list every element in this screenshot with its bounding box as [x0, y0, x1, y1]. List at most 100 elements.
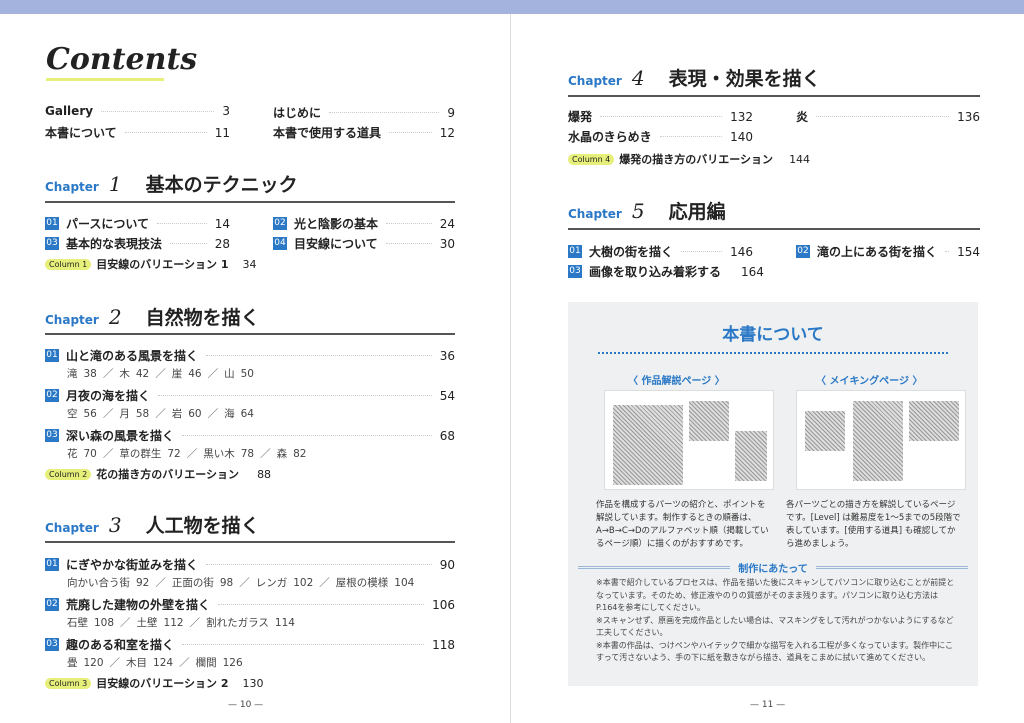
sub-label: 花 [67, 448, 78, 460]
number-badge: 02 [45, 389, 59, 402]
column-entry[interactable]: Column 3 目安線のバリエーション 2 130 [45, 675, 264, 691]
notes: ※本書で紹介しているプロセスは、作品を描いた後にスキャンしてパソコンに取り込むこ… [596, 577, 956, 665]
divider [568, 95, 980, 97]
entry-label: 滝の上にある街を描く [817, 245, 938, 259]
dotted-divider [598, 352, 948, 354]
number-badge: 03 [45, 429, 59, 442]
sub-page: 50 [240, 368, 254, 380]
sub-page: 92 [136, 577, 150, 589]
entry-label: 花の描き方のバリエーション [96, 468, 240, 481]
sub-page: 60 [188, 408, 202, 420]
number-badge: 03 [45, 638, 59, 651]
entry-label: 爆発の描き方のバリエーション [619, 153, 774, 166]
entry-label: 山と滝のある風景を描く [66, 349, 199, 363]
toc-entry[interactable]: 爆発 132 [568, 108, 753, 125]
toc-entry[interactable]: 水晶のきらめき 140 [568, 128, 753, 145]
sub-page: 98 [219, 577, 234, 589]
toc-entry[interactable]: 03 基本的な表現技法 28 [45, 235, 230, 252]
entry-page: 34 [242, 257, 257, 271]
sub-label: 欄間 [195, 657, 217, 669]
entry-page: 90 [439, 557, 455, 572]
leader [170, 243, 207, 244]
leader [389, 132, 432, 133]
toc-entry[interactable]: 本書について 11 [45, 124, 230, 141]
column-badge: Column 4 [568, 153, 615, 165]
title-underline [46, 78, 164, 81]
subtopics: 滝 38 ／木 42 ／崖 46 ／山 50 [67, 368, 254, 380]
sub-page: 38 [83, 368, 97, 380]
entry-label: 画像を取り込み着彩する [589, 265, 722, 279]
sub-label: 山 [224, 368, 235, 380]
entry-label: 光と陰影の基本 [294, 217, 379, 231]
entry-page: 132 [730, 109, 753, 124]
sub-page: 78 [240, 448, 255, 460]
toc-entry[interactable]: 03 深い森の風景を描く 68 [45, 427, 455, 444]
entry-page: 88 [257, 467, 272, 481]
entry-label: 炎 [796, 110, 809, 124]
entry-label: 本書について [45, 126, 117, 140]
column-entry[interactable]: Column 1 目安線のバリエーション 1 34 [45, 256, 257, 272]
note: ※本書で紹介しているプロセスは、作品を描いた後にスキャンしてパソコンに取り込むこ… [596, 578, 955, 612]
subtopics: 花 70 ／草の群生 72 ／黒い木 78 ／森 82 [67, 448, 307, 460]
column-entry[interactable]: Column 2 花の描き方のバリエーション 88 [45, 466, 271, 482]
leader [157, 223, 207, 224]
notes-title: 制作にあたって [738, 564, 808, 575]
sub-page: 72 [167, 448, 181, 460]
top-bar [0, 0, 1024, 14]
sub-page: 104 [394, 577, 415, 589]
toc-entry[interactable]: 04 目安線について 30 [273, 235, 455, 252]
toc-entry[interactable]: 01 大樹の街を描く 146 [568, 243, 753, 260]
number-badge: 02 [45, 598, 59, 611]
leader [124, 132, 207, 133]
toc-entry[interactable]: 01 にぎやかな街並みを描く 90 [45, 556, 455, 573]
toc-entry[interactable]: 03 画像を取り込み着彩する 164 [568, 263, 764, 280]
sub-label: 畳 [67, 657, 78, 669]
chapter-number: 5 [631, 199, 645, 223]
number-badge: 02 [273, 217, 287, 230]
entry-page: 68 [439, 428, 455, 443]
entry-label: 爆発 [568, 110, 593, 124]
toc-entry[interactable]: 02 月夜の海を描く 54 [45, 387, 455, 404]
toc-entry[interactable]: 01 山と滝のある風景を描く 36 [45, 347, 455, 364]
left-description: 作品を構成するパーツの紹介と、ポイントを解説しています。制作するときの順番は、A… [596, 500, 769, 549]
toc-entry[interactable]: 01 パースについて 14 [45, 215, 230, 232]
entry-page: 3 [222, 104, 230, 118]
toc-entry[interactable]: Gallery 3 [45, 104, 230, 118]
entry-page: 9 [447, 105, 455, 120]
entry-page: 28 [214, 236, 230, 251]
chapter-label: Chapter [45, 313, 99, 327]
divider [568, 228, 980, 230]
chapter-label: Chapter [45, 521, 99, 535]
subtopics: 空 56 ／月 58 ／岩 60 ／海 64 [67, 408, 254, 420]
toc-entry[interactable]: 03 趣のある和室を描く 118 [45, 636, 455, 653]
page-number: — 10 — [228, 700, 264, 710]
leader [385, 243, 432, 244]
sub-label: 木目 [126, 657, 148, 669]
sub-label: 石壁 [67, 617, 88, 629]
chapter-label: Chapter [45, 180, 99, 194]
leader [206, 355, 432, 356]
leader [101, 110, 215, 112]
toc-entry[interactable]: 02 荒廃した建物の外壁を描く 106 [45, 596, 455, 613]
entry-label: Gallery [45, 104, 94, 118]
right-page: Chapter 4 表現・効果を描く 爆発 132 炎 136 水晶のきらめき 140 C… [512, 14, 1024, 723]
toc-entry[interactable]: 02 光と陰影の基本 24 [273, 215, 455, 232]
sub-page: 114 [274, 617, 295, 629]
toc-entry[interactable]: 02 滝の上にある街を描く 154 [796, 243, 980, 260]
number-badge: 04 [273, 237, 287, 250]
toc-entry[interactable]: はじめに 9 [273, 104, 455, 121]
entry-page: 24 [439, 216, 455, 231]
sub-label: 滝 [67, 368, 78, 380]
leader [945, 251, 950, 252]
about-title: 本書について [722, 325, 824, 345]
chapter-number: 2 [108, 305, 122, 329]
column-entry[interactable]: Column 4 爆発の描き方のバリエーション 144 [568, 151, 810, 167]
toc-entry[interactable]: 炎 136 [796, 108, 980, 125]
entry-label: 目安線について [294, 237, 378, 251]
toc-entry[interactable]: 本書で使用する道具 12 [273, 124, 455, 141]
sub-page: 58 [135, 408, 150, 420]
entry-label: にぎやかな街並みを描く [66, 558, 199, 572]
number-badge: 03 [45, 237, 59, 250]
chapter-label: Chapter [568, 207, 622, 221]
entry-page: 144 [789, 152, 811, 166]
